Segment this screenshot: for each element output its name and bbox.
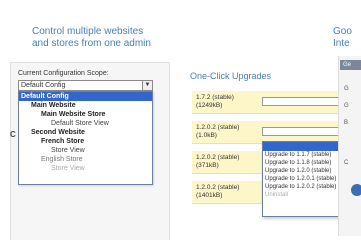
- scope-label: Current Configuration Scope:: [18, 70, 109, 77]
- right-banner-title: Goo Inte: [333, 26, 352, 50]
- scope-option-main-website[interactable]: Main Website: [19, 101, 152, 110]
- upgrade-size-label: (1.0kB): [196, 132, 217, 139]
- upgrade-version-label: 1.7.2 (stable): [196, 94, 234, 101]
- upgrade-size-label: (1401kB): [196, 192, 223, 199]
- upgrade-version: 1.7.2 (stable) (1249kB): [196, 94, 234, 110]
- left-edge-letter: C: [10, 130, 16, 139]
- scope-option-french-store-view[interactable]: Store View: [19, 146, 152, 155]
- left-banner-line-1: Control multiple websites: [32, 26, 144, 37]
- scope-option-main-website-store[interactable]: Main Website Store: [19, 110, 152, 119]
- scope-select[interactable]: Default Config ▼: [18, 80, 153, 91]
- scope-option-second-website[interactable]: Second Website: [19, 128, 152, 137]
- right-banner-line-2: Inte: [333, 38, 350, 49]
- chevron-down-icon[interactable]: ▼: [142, 81, 152, 90]
- upgrades-title: One-Click Upgrades: [190, 71, 272, 81]
- upgrade-version: 1.2.0.2 (stable) (371kB): [196, 154, 239, 170]
- scope-option-english-store[interactable]: English Store: [19, 155, 152, 164]
- scope-option-default-store-view[interactable]: Default Store View: [19, 119, 152, 128]
- scope-option-english-store-view[interactable]: Store View: [19, 164, 152, 173]
- scope-select-value: Default Config: [21, 82, 66, 89]
- right-panel-letter: C: [344, 160, 349, 166]
- right-panel-tab[interactable]: Ge: [340, 60, 361, 70]
- circle-button-icon[interactable]: [351, 184, 361, 196]
- upgrade-version: 1.2.0.2 (stable) (1401kB): [196, 184, 239, 200]
- right-panel-letter: G: [344, 103, 349, 109]
- scope-options-list[interactable]: Default Config Main Website Main Website…: [18, 91, 153, 185]
- upgrade-version-label: 1.2.0.2 (stable): [196, 124, 240, 131]
- upgrade-version-label: 1.2.0.2 (stable): [196, 184, 240, 191]
- scope-option-default-config[interactable]: Default Config: [19, 92, 152, 101]
- upgrade-version-label: 1.2.0.2 (stable): [196, 154, 240, 161]
- upgrade-version: 1.2.0.2 (stable) (1.0kB): [196, 124, 239, 140]
- upgrade-size-label: (371kB): [196, 162, 219, 169]
- right-panel: [338, 56, 361, 236]
- left-banner-title: Control multiple websites and stores fro…: [32, 26, 151, 50]
- upgrade-size-label: (1249kB): [196, 102, 223, 109]
- upgrade-row: 1.7.2 (stable) (1249kB): [192, 91, 352, 114]
- scope-option-french-store[interactable]: French Store: [19, 137, 152, 146]
- right-banner-line-1: Goo: [333, 26, 352, 37]
- left-banner-line-2: and stores from one admin: [32, 38, 151, 49]
- right-panel-letter: B: [344, 120, 349, 126]
- right-panel-letter: G: [344, 86, 349, 92]
